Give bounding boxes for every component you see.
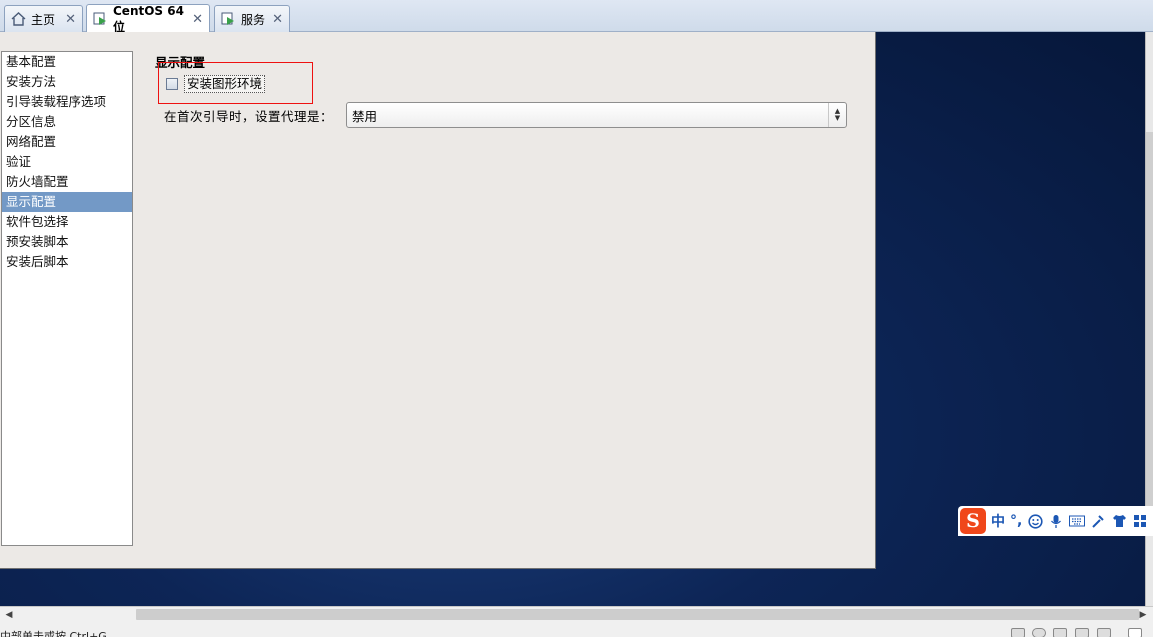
install-graphics-label[interactable]: 安装图形环境 bbox=[184, 75, 266, 93]
status-hint: 中部单击或按 Ctrl+G bbox=[0, 630, 107, 637]
sound-icon[interactable] bbox=[1097, 628, 1111, 637]
ime-toolbar: S 中 °, bbox=[958, 506, 1153, 536]
install-graphics-checkbox[interactable] bbox=[166, 78, 178, 90]
keyboard-icon[interactable] bbox=[1069, 513, 1086, 529]
updown-arrows-icon: ▲ ▼ bbox=[828, 103, 846, 127]
close-icon[interactable]: ✕ bbox=[192, 12, 203, 27]
sidebar-item-install-method[interactable]: 安装方法 bbox=[2, 72, 132, 92]
close-icon[interactable]: ✕ bbox=[272, 12, 283, 27]
sidebar-item-pre-script[interactable]: 预安装脚本 bbox=[2, 232, 132, 252]
install-graphics-row[interactable]: 安装图形环境 bbox=[166, 75, 266, 93]
sidebar-item-auth[interactable]: 验证 bbox=[2, 152, 132, 172]
sidebar-item-firewall[interactable]: 防火墙配置 bbox=[2, 172, 132, 192]
ime-mode-toggle[interactable]: 中 bbox=[991, 511, 1005, 531]
grid-menu-icon[interactable] bbox=[1132, 513, 1148, 529]
kickstart-window: 基本配置 安装方法 引导装载程序选项 分区信息 网络配置 验证 防火墙配置 显示… bbox=[0, 32, 876, 569]
tab-home[interactable]: 主页 ✕ bbox=[4, 5, 83, 32]
horizontal-scroll-thumb[interactable] bbox=[136, 609, 1139, 620]
home-icon bbox=[11, 12, 26, 26]
sidebar-item-packages[interactable]: 软件包选择 bbox=[2, 212, 132, 232]
close-icon[interactable]: ✕ bbox=[65, 12, 76, 27]
sidebar-item-network[interactable]: 网络配置 bbox=[2, 132, 132, 152]
emoji-icon[interactable] bbox=[1027, 513, 1043, 529]
scroll-right-icon[interactable]: ▶ bbox=[1136, 608, 1150, 622]
skin-shirt-icon[interactable] bbox=[1111, 513, 1127, 529]
cd-drive-icon[interactable] bbox=[1032, 628, 1046, 637]
tab-label: CentOS 64 位 bbox=[113, 3, 184, 34]
vm-running-icon bbox=[93, 12, 108, 26]
sidebar-item-display[interactable]: 显示配置 bbox=[2, 192, 132, 212]
proxy-select-value: 禁用 bbox=[352, 108, 378, 124]
horizontal-scrollbar[interactable]: ◀ ▶ bbox=[0, 606, 1153, 622]
vertical-scroll-thumb[interactable] bbox=[1146, 132, 1153, 532]
usb-icon[interactable] bbox=[1075, 628, 1089, 637]
sidebar-item-partition[interactable]: 分区信息 bbox=[2, 112, 132, 132]
tab-bar: 主页 ✕ CentOS 64 位 ✕ 服务 ✕ bbox=[0, 0, 1153, 34]
sidebar-item-post-script[interactable]: 安装后脚本 bbox=[2, 252, 132, 272]
display-icon[interactable] bbox=[1128, 628, 1142, 637]
proxy-label: 在首次引导时，设置代理是： bbox=[164, 109, 334, 124]
tab-label: 主页 bbox=[31, 12, 56, 27]
scroll-left-icon[interactable]: ◀ bbox=[2, 608, 16, 622]
status-bar: 中部单击或按 Ctrl+G bbox=[0, 622, 1153, 637]
microphone-icon[interactable] bbox=[1048, 513, 1064, 529]
config-sidebar: 基本配置 安装方法 引导装载程序选项 分区信息 网络配置 验证 防火墙配置 显示… bbox=[1, 51, 133, 546]
hard-disk-icon[interactable] bbox=[1011, 628, 1025, 637]
sidebar-item-bootloader[interactable]: 引导装载程序选项 bbox=[2, 92, 132, 112]
tools-icon[interactable] bbox=[1090, 513, 1106, 529]
network-adapter-icon[interactable] bbox=[1053, 628, 1067, 637]
sogou-logo-icon[interactable]: S bbox=[960, 508, 986, 534]
tab-centos[interactable]: CentOS 64 位 ✕ bbox=[86, 3, 210, 34]
vm-running-icon bbox=[221, 12, 236, 26]
tab-services[interactable]: 服务 ✕ bbox=[214, 5, 290, 32]
ime-punctuation-toggle[interactable]: °, bbox=[1010, 513, 1022, 529]
sidebar-item-basic[interactable]: 基本配置 bbox=[2, 52, 132, 72]
proxy-select[interactable]: 禁用 ▲ ▼ bbox=[346, 102, 847, 128]
tab-label: 服务 bbox=[241, 12, 266, 27]
